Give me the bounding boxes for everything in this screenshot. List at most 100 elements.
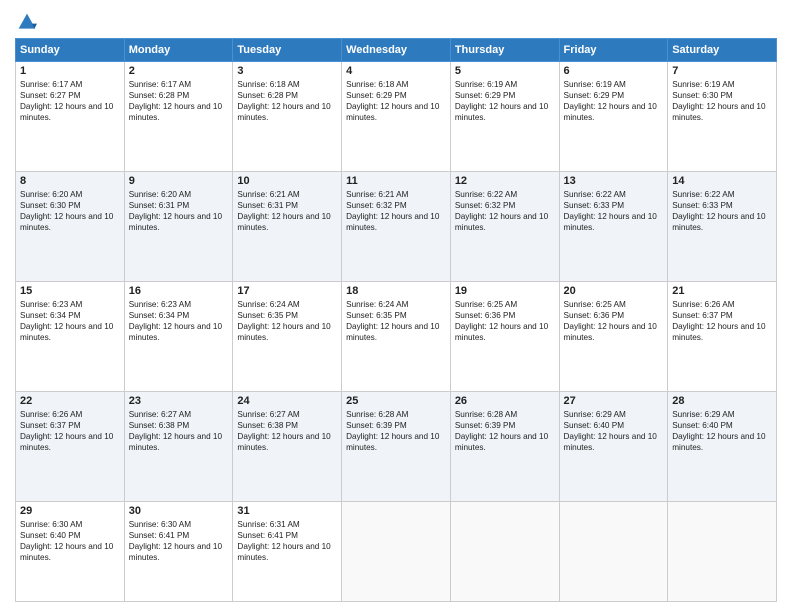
day-number: 20 [564, 285, 664, 297]
calendar-cell: 20 Sunrise: 6:25 AMSunset: 6:36 PMDayligh… [559, 281, 668, 391]
calendar-cell: 23Sunrise: 6:27 AMSunset: 6:38 PMDayligh… [124, 391, 233, 501]
day-number: 26 [455, 395, 555, 407]
day-number: 15 [20, 285, 120, 297]
day-number: 28 [672, 395, 772, 407]
cell-info: Sunrise: 6:26 AMSunset: 6:37 PMDaylight:… [672, 299, 772, 343]
col-header-wednesday: Wednesday [342, 39, 451, 62]
cell-info: Sunrise: 6:20 AMSunset: 6:31 PMDaylight:… [129, 189, 229, 233]
day-number: 12 [455, 175, 555, 187]
day-number: 5 [455, 65, 555, 77]
calendar-cell: 2 Sunrise: 6:17 AMSunset: 6:28 PMDaylight… [124, 62, 233, 172]
cell-info: Sunrise: 6:21 AMSunset: 6:31 PMDaylight:… [237, 189, 337, 233]
cell-info: Sunrise: 6:25 AMSunset: 6:36 PMDaylight:… [455, 299, 555, 343]
cell-info: Sunrise: 6:18 AMSunset: 6:28 PMDaylight:… [237, 79, 337, 123]
calendar-cell: 27 Sunrise: 6:29 AMSunset: 6:40 PMDayligh… [559, 391, 668, 501]
calendar-cell: 25 Sunrise: 6:28 AMSunset: 6:39 PMDayligh… [342, 391, 451, 501]
day-number: 13 [564, 175, 664, 187]
calendar-cell: 30 Sunrise: 6:30 AMSunset: 6:41 PMDayligh… [124, 501, 233, 602]
day-number: 8 [20, 175, 120, 187]
calendar-cell: 10 Sunrise: 6:21 AMSunset: 6:31 PMDayligh… [233, 171, 342, 281]
cell-info: Sunrise: 6:29 AMSunset: 6:40 PMDaylight:… [564, 409, 664, 453]
calendar-cell: 18 Sunrise: 6:24 AMSunset: 6:35 PMDayligh… [342, 281, 451, 391]
calendar-cell: 9 Sunrise: 6:20 AMSunset: 6:31 PMDaylight… [124, 171, 233, 281]
day-number: 16 [129, 285, 229, 297]
cell-info: Sunrise: 6:19 AMSunset: 6:30 PMDaylight:… [672, 79, 772, 123]
cell-info: Sunrise: 6:20 AMSunset: 6:30 PMDaylight:… [20, 189, 120, 233]
calendar-cell [342, 501, 451, 602]
day-number: 23 [129, 395, 229, 407]
day-number: 1 [20, 65, 120, 77]
col-header-tuesday: Tuesday [233, 39, 342, 62]
cell-info: Sunrise: 6:23 AMSunset: 6:34 PMDaylight:… [129, 299, 229, 343]
day-number: 18 [346, 285, 446, 297]
day-number: 19 [455, 285, 555, 297]
calendar-cell: 12 Sunrise: 6:22 AMSunset: 6:32 PMDayligh… [450, 171, 559, 281]
calendar-cell: 11 Sunrise: 6:21 AMSunset: 6:32 PMDayligh… [342, 171, 451, 281]
day-number: 6 [564, 65, 664, 77]
cell-info: Sunrise: 6:26 AMSunset: 6:37 PMDaylight:… [20, 409, 120, 453]
day-number: 30 [129, 505, 229, 517]
cell-info: Sunrise: 6:30 AMSunset: 6:40 PMDaylight:… [20, 519, 120, 563]
day-number: 9 [129, 175, 229, 187]
cell-info: Sunrise: 6:17 AMSunset: 6:28 PMDaylight:… [129, 79, 229, 123]
header [15, 10, 777, 32]
calendar-cell: 8 Sunrise: 6:20 AMSunset: 6:30 PMDaylight… [16, 171, 125, 281]
calendar-cell [450, 501, 559, 602]
calendar-cell: 29 Sunrise: 6:30 AMSunset: 6:40 PMDayligh… [16, 501, 125, 602]
calendar-cell: 4Sunrise: 6:18 AMSunset: 6:29 PMDaylight… [342, 62, 451, 172]
cell-info: Sunrise: 6:24 AMSunset: 6:35 PMDaylight:… [237, 299, 337, 343]
day-number: 10 [237, 175, 337, 187]
calendar-cell: 26 Sunrise: 6:28 AMSunset: 6:39 PMDayligh… [450, 391, 559, 501]
calendar-cell [668, 501, 777, 602]
page: SundayMondayTuesdayWednesdayThursdayFrid… [0, 0, 792, 612]
cell-info: Sunrise: 6:25 AMSunset: 6:36 PMDaylight:… [564, 299, 664, 343]
calendar-cell: 17 Sunrise: 6:24 AMSunset: 6:35 PMDayligh… [233, 281, 342, 391]
col-header-thursday: Thursday [450, 39, 559, 62]
calendar-cell: 7 Sunrise: 6:19 AMSunset: 6:30 PMDaylight… [668, 62, 777, 172]
cell-info: Sunrise: 6:30 AMSunset: 6:41 PMDaylight:… [129, 519, 229, 563]
calendar-cell: 19 Sunrise: 6:25 AMSunset: 6:36 PMDayligh… [450, 281, 559, 391]
day-number: 22 [20, 395, 120, 407]
day-number: 27 [564, 395, 664, 407]
cell-info: Sunrise: 6:23 AMSunset: 6:34 PMDaylight:… [20, 299, 120, 343]
cell-info: Sunrise: 6:22 AMSunset: 6:33 PMDaylight:… [672, 189, 772, 233]
day-number: 17 [237, 285, 337, 297]
cell-info: Sunrise: 6:29 AMSunset: 6:40 PMDaylight:… [672, 409, 772, 453]
day-number: 29 [20, 505, 120, 517]
cell-info: Sunrise: 6:17 AMSunset: 6:27 PMDaylight:… [20, 79, 120, 123]
cell-info: Sunrise: 6:31 AMSunset: 6:41 PMDaylight:… [237, 519, 337, 563]
day-number: 31 [237, 505, 337, 517]
cell-info: Sunrise: 6:27 AMSunset: 6:38 PMDaylight:… [237, 409, 337, 453]
logo [15, 10, 37, 32]
col-header-sunday: Sunday [16, 39, 125, 62]
day-number: 25 [346, 395, 446, 407]
calendar-cell [559, 501, 668, 602]
col-header-friday: Friday [559, 39, 668, 62]
cell-info: Sunrise: 6:19 AMSunset: 6:29 PMDaylight:… [455, 79, 555, 123]
cell-info: Sunrise: 6:19 AMSunset: 6:29 PMDaylight:… [564, 79, 664, 123]
cell-info: Sunrise: 6:18 AMSunset: 6:29 PMDaylight:… [346, 79, 446, 123]
day-number: 11 [346, 175, 446, 187]
cell-info: Sunrise: 6:28 AMSunset: 6:39 PMDaylight:… [455, 409, 555, 453]
cell-info: Sunrise: 6:24 AMSunset: 6:35 PMDaylight:… [346, 299, 446, 343]
calendar-cell: 16 Sunrise: 6:23 AMSunset: 6:34 PMDayligh… [124, 281, 233, 391]
cell-info: Sunrise: 6:22 AMSunset: 6:32 PMDaylight:… [455, 189, 555, 233]
calendar-cell: 22 Sunrise: 6:26 AMSunset: 6:37 PMDayligh… [16, 391, 125, 501]
calendar-cell: 24Sunrise: 6:27 AMSunset: 6:38 PMDayligh… [233, 391, 342, 501]
cell-info: Sunrise: 6:21 AMSunset: 6:32 PMDaylight:… [346, 189, 446, 233]
calendar-cell: 1 Sunrise: 6:17 AMSunset: 6:27 PMDaylight… [16, 62, 125, 172]
day-number: 2 [129, 65, 229, 77]
calendar-cell: 3 Sunrise: 6:18 AMSunset: 6:28 PMDaylight… [233, 62, 342, 172]
calendar-cell: 31 Sunrise: 6:31 AMSunset: 6:41 PMDayligh… [233, 501, 342, 602]
cell-info: Sunrise: 6:22 AMSunset: 6:33 PMDaylight:… [564, 189, 664, 233]
day-number: 7 [672, 65, 772, 77]
calendar-table: SundayMondayTuesdayWednesdayThursdayFrid… [15, 38, 777, 602]
calendar-cell: 5 Sunrise: 6:19 AMSunset: 6:29 PMDaylight… [450, 62, 559, 172]
calendar-cell: 14Sunrise: 6:22 AMSunset: 6:33 PMDayligh… [668, 171, 777, 281]
calendar-cell: 28 Sunrise: 6:29 AMSunset: 6:40 PMDayligh… [668, 391, 777, 501]
col-header-monday: Monday [124, 39, 233, 62]
logo-icon [17, 12, 37, 32]
calendar-cell: 15 Sunrise: 6:23 AMSunset: 6:34 PMDayligh… [16, 281, 125, 391]
cell-info: Sunrise: 6:28 AMSunset: 6:39 PMDaylight:… [346, 409, 446, 453]
day-number: 3 [237, 65, 337, 77]
